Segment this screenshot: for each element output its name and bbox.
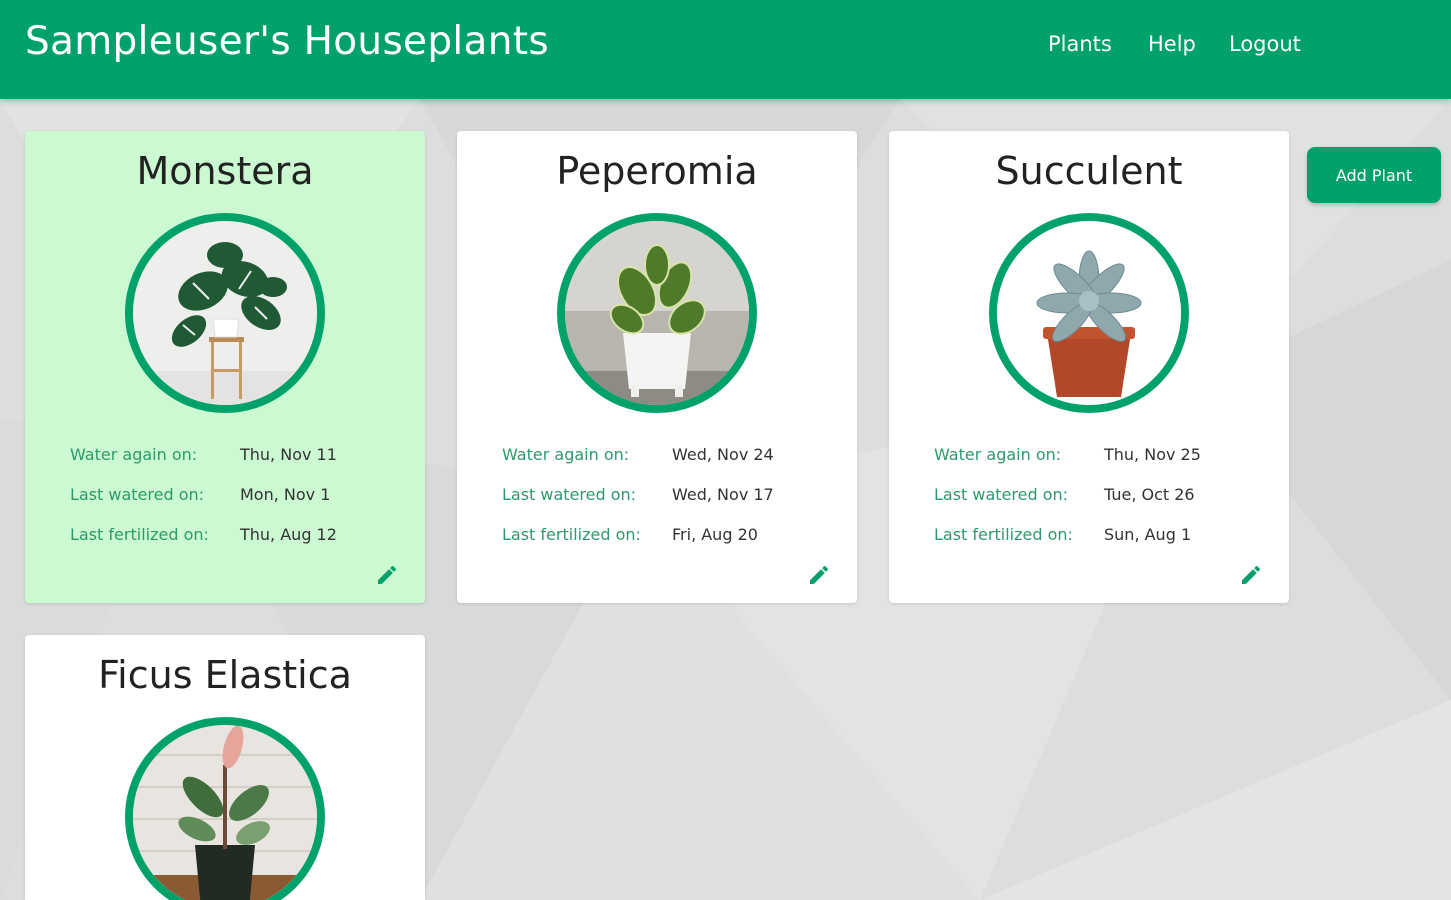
monstera-image	[133, 221, 317, 405]
last-fertilized-row: Last fertilized on: Thu, Aug 12	[70, 525, 400, 547]
last-fertilized-row: Last fertilized on: Sun, Aug 1	[934, 525, 1264, 547]
add-plant-button[interactable]: Add Plant	[1307, 147, 1441, 203]
last-fertilized-label: Last fertilized on:	[70, 525, 209, 544]
last-watered-row: Last watered on: Wed, Nov 17	[502, 485, 832, 507]
plant-card[interactable]: Monstera Water again on: Thu, Nov 11 Las…	[25, 131, 425, 603]
last-fertilized-label: Last fertilized on:	[934, 525, 1073, 544]
pencil-icon	[1242, 565, 1261, 584]
ficus-elastica-image	[133, 725, 317, 900]
edit-plant-button[interactable]	[375, 563, 399, 587]
plant-card[interactable]: Ficus Elastica	[25, 635, 425, 900]
plant-name: Ficus Elastica	[98, 653, 352, 697]
plant-photo	[125, 717, 325, 900]
last-watered-row: Last watered on: Tue, Oct 26	[934, 485, 1264, 507]
last-watered-value: Mon, Nov 1	[240, 485, 331, 504]
last-watered-label: Last watered on:	[70, 485, 205, 504]
plant-name: Succulent	[995, 149, 1183, 193]
pencil-icon	[378, 565, 397, 584]
plant-card[interactable]: Succulent Water again on: Thu, Nov 25 La…	[889, 131, 1289, 603]
edit-plant-button[interactable]	[807, 563, 831, 587]
app-title: Sampleuser's Houseplants	[25, 19, 549, 64]
plant-name: Peperomia	[556, 149, 758, 193]
last-fertilized-row: Last fertilized on: Fri, Aug 20	[502, 525, 832, 547]
plant-card[interactable]: Peperomia Water again on: Wed, Nov 24 La…	[457, 131, 857, 603]
water-again-value: Thu, Nov 25	[1104, 445, 1201, 464]
water-again-label: Water again on:	[70, 445, 198, 464]
plant-name: Monstera	[136, 149, 314, 193]
succulent-image	[997, 221, 1181, 405]
last-fertilized-value: Sun, Aug 1	[1104, 525, 1192, 544]
last-watered-label: Last watered on:	[934, 485, 1069, 504]
last-watered-row: Last watered on: Mon, Nov 1	[70, 485, 400, 507]
plant-photo	[557, 213, 757, 413]
last-fertilized-value: Fri, Aug 20	[672, 525, 758, 544]
water-again-row: Water again on: Thu, Nov 11	[70, 445, 400, 467]
last-watered-value: Tue, Oct 26	[1104, 485, 1195, 504]
pencil-icon	[810, 565, 829, 584]
last-fertilized-value: Thu, Aug 12	[240, 525, 337, 544]
last-watered-value: Wed, Nov 17	[672, 485, 774, 504]
water-again-label: Water again on:	[934, 445, 1062, 464]
peperomia-image	[565, 221, 749, 405]
water-again-value: Thu, Nov 11	[240, 445, 337, 464]
water-again-row: Water again on: Thu, Nov 25	[934, 445, 1264, 467]
last-watered-label: Last watered on:	[502, 485, 637, 504]
plant-photo	[125, 213, 325, 413]
nav-plants-link[interactable]: Plants	[1048, 32, 1112, 56]
water-again-label: Water again on:	[502, 445, 630, 464]
edit-plant-button[interactable]	[1239, 563, 1263, 587]
last-fertilized-label: Last fertilized on:	[502, 525, 641, 544]
top-navbar: Sampleuser's Houseplants Plants Help Log…	[0, 0, 1451, 99]
plant-photo	[989, 213, 1189, 413]
nav-help-link[interactable]: Help	[1148, 32, 1196, 56]
water-again-row: Water again on: Wed, Nov 24	[502, 445, 832, 467]
water-again-value: Wed, Nov 24	[672, 445, 774, 464]
nav-logout-link[interactable]: Logout	[1229, 32, 1301, 56]
